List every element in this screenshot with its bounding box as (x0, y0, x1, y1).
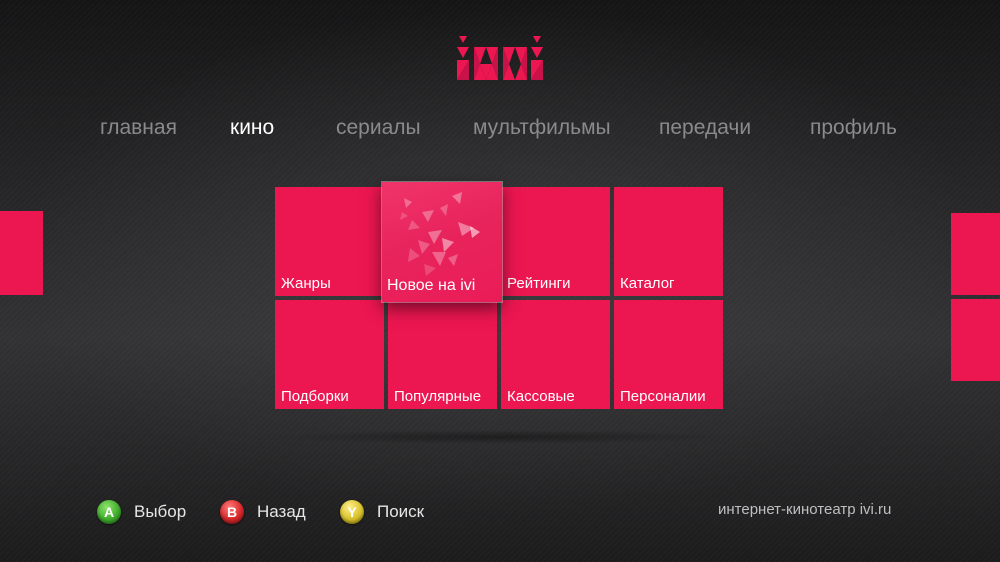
y-button-icon: Y (340, 500, 364, 524)
tile-catalog[interactable]: Каталог (614, 187, 723, 296)
nav-item-movies[interactable]: кино (230, 116, 274, 140)
ivi-logo (457, 36, 543, 80)
tile-label: Популярные (394, 388, 482, 405)
site-caption: интернет-кинотеатр ivi.ru (718, 501, 892, 518)
tile-reflection (268, 430, 730, 444)
main-navigation: главная кино сериалы мультфильмы передач… (0, 116, 1000, 146)
tile-label: Каталог (620, 275, 675, 292)
tile-ratings[interactable]: Рейтинги (501, 187, 610, 296)
tile-box-office[interactable]: Кассовые (501, 300, 610, 409)
prev-section-tile[interactable] (0, 211, 43, 295)
nav-item-series[interactable]: сериалы (336, 116, 421, 140)
nav-item-profile[interactable]: профиль (810, 116, 897, 140)
nav-item-shows[interactable]: передачи (659, 116, 751, 140)
tile-collections[interactable]: Подборки (275, 300, 384, 409)
tile-label: Кассовые (507, 388, 575, 405)
tile-label: Рейтинги (507, 275, 571, 292)
hint-label: Назад (257, 502, 306, 521)
next-section-tile-bottom[interactable] (951, 299, 1000, 381)
nav-item-home[interactable]: главная (100, 116, 177, 140)
hint-label: Выбор (134, 502, 187, 521)
tile-genres[interactable]: Жанры (275, 187, 384, 296)
b-button-icon: B (220, 500, 244, 524)
tile-popular[interactable]: Популярные (388, 300, 497, 409)
hint-label: Поиск (377, 502, 425, 521)
tile-persons[interactable]: Персоналии (614, 300, 723, 409)
a-button-icon: A (97, 500, 121, 524)
tile-label: Подборки (281, 388, 349, 405)
tile-new-on-ivi[interactable]: Новое на ivi (382, 182, 502, 302)
tile-label: Новое на ivi (387, 277, 476, 294)
next-section-tile-top[interactable] (951, 213, 1000, 295)
tile-label: Жанры (281, 275, 331, 292)
nav-item-cartoons[interactable]: мультфильмы (473, 116, 611, 140)
tile-label: Персоналии (620, 388, 706, 405)
